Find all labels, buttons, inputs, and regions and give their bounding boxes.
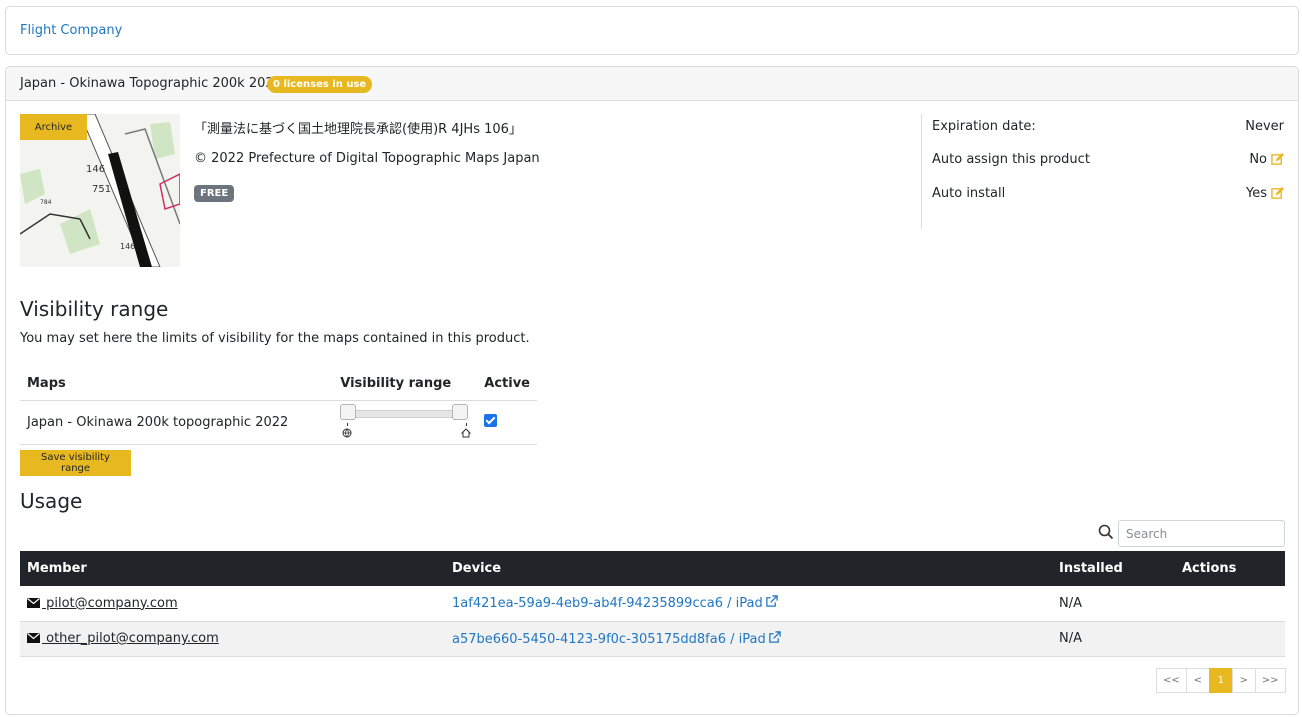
slider-tick-max [466,423,468,426]
pagination: << < 1 > >> [1156,668,1286,693]
search-input[interactable] [1118,520,1285,547]
slider-handle-min[interactable] [340,404,357,420]
visibility-range-slider[interactable] [340,404,472,440]
expiration-value: Never [1245,119,1284,134]
auto-install-value-text: Yes [1246,186,1267,201]
actions-cell [1175,586,1285,622]
visibility-table: Maps Visibility range Active Japan - Oki… [20,367,537,445]
map-name: Japan - Okinawa 200k topographic 2022 [20,400,334,445]
usage-heading: Usage [20,489,83,513]
edit-auto-install-icon[interactable] [1271,187,1284,200]
page-current-button[interactable]: 1 [1208,668,1233,693]
save-visibility-button[interactable]: Save visibility range [20,450,131,476]
member-cell: other_pilot@company.com [20,621,445,657]
visibility-heading: Visibility range [20,297,169,321]
active-cell [477,400,537,445]
product-approval-text: 「測量法に基づく国土地理院長承認(使用)R 4JHs 106」 [194,122,522,137]
product-card: Japan - Okinawa Topographic 200k 2022 0 … [5,66,1299,715]
house-icon [461,428,472,438]
installed-cell: N/A [1052,586,1175,622]
visibility-description: You may set here the limits of visibilit… [20,331,530,346]
expiration-value-text: Never [1245,119,1284,134]
visibility-range-cell [333,400,478,445]
col-device: Device [445,551,1052,586]
member-cell: pilot@company.com [20,586,445,622]
svg-text:784: 784 [40,199,52,206]
envelope-icon [27,597,40,608]
usage-table: Member Device Installed Actions pilot@co… [20,551,1285,657]
edit-auto-assign-icon[interactable] [1271,153,1284,166]
archive-button[interactable]: Archive [20,114,87,140]
device-link[interactable]: a57be660-5450-4123-9f0c-305175dd8fa6 / i… [452,632,766,647]
auto-install-value: Yes [1246,186,1284,201]
device-cell: a57be660-5450-4123-9f0c-305175dd8fa6 / i… [445,621,1052,657]
slider-tick-min [347,423,349,426]
product-copyright: © 2022 Prefecture of Digital Topographic… [194,151,540,166]
price-badge: FREE [194,185,235,202]
col-member: Member [20,551,445,586]
slider-track [340,410,469,418]
external-link-icon[interactable] [765,595,778,608]
page-last-button[interactable]: >> [1254,668,1286,693]
auto-assign-label: Auto assign this product [932,152,1090,167]
table-row: Japan - Okinawa 200k topographic 2022 [20,400,537,445]
auto-assign-value-text: No [1249,152,1267,167]
table-row: other_pilot@company.com a57be660-5450-41… [20,621,1285,657]
auto-assign-value: No [1249,152,1284,167]
meta-divider [921,114,922,229]
product-title: Japan - Okinawa Topographic 200k 2022 [20,76,282,91]
member-email-link[interactable]: other_pilot@company.com [42,631,219,646]
external-link-icon[interactable] [768,630,781,644]
search-icon [1098,524,1114,540]
product-card-header: Japan - Okinawa Topographic 200k 2022 0 … [6,67,1298,101]
table-row: pilot@company.com 1af421ea-59a9-4eb9-ab4… [20,586,1285,622]
col-actions: Actions [1175,551,1285,586]
col-installed: Installed [1052,551,1175,586]
svg-text:751: 751 [92,184,111,195]
installed-cell: N/A [1052,621,1175,657]
device-link[interactable]: 1af421ea-59a9-4eb9-ab4f-94235899cca6 / i… [452,596,763,611]
col-active: Active [477,367,537,401]
svg-text:146: 146 [120,242,135,251]
active-checkbox[interactable] [484,413,498,427]
breadcrumb-company-link[interactable]: Flight Company [20,23,122,38]
envelope-icon [27,633,40,643]
device-cell: 1af421ea-59a9-4eb9-ab4f-94235899cca6 / i… [445,586,1052,622]
expiration-label: Expiration date: [932,119,1036,134]
member-email-link[interactable]: pilot@company.com [42,596,178,611]
col-visibility-range: Visibility range [333,367,478,401]
svg-text:146: 146 [86,164,105,175]
globe-icon [342,428,352,438]
page-first-button[interactable]: << [1156,668,1187,693]
slider-handle-max[interactable] [452,404,469,420]
licenses-badge: 0 licenses in use [267,76,373,93]
breadcrumb-card: Flight Company [5,6,1299,55]
col-maps: Maps [20,367,334,401]
page-prev-button[interactable]: < [1185,668,1210,693]
actions-cell [1175,621,1285,657]
auto-install-label: Auto install [932,186,1006,201]
page-next-button[interactable]: > [1231,668,1256,693]
